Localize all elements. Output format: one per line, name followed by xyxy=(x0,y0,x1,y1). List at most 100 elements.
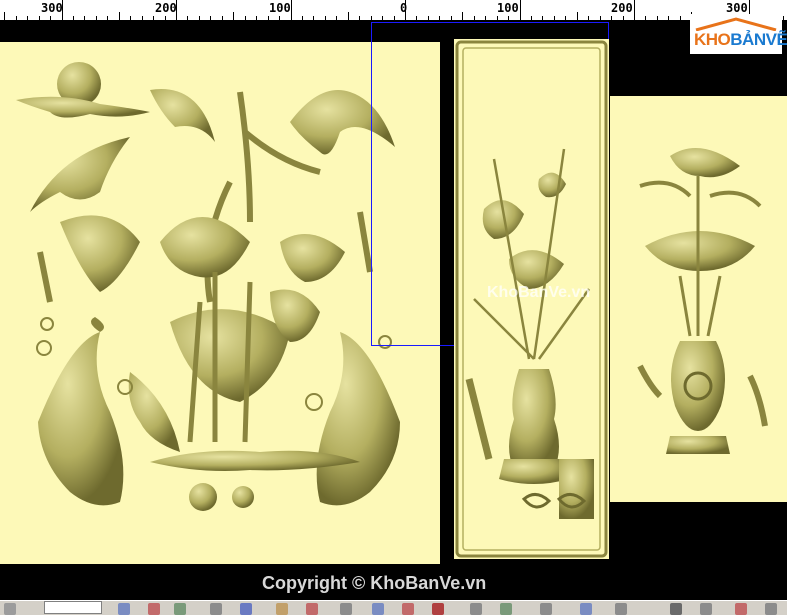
ruler-label: 300 xyxy=(726,1,748,15)
ruler-tick xyxy=(245,16,246,20)
tool-icon[interactable] xyxy=(615,603,627,615)
ruler-tick xyxy=(96,16,97,20)
ruler-tick xyxy=(565,16,566,20)
copyright-text: Copyright © KhoBanVe.vn xyxy=(262,573,487,593)
ruler-tick xyxy=(405,0,406,20)
tool-icon[interactable] xyxy=(276,603,288,615)
ruler-tick xyxy=(508,16,509,20)
ruler-tick xyxy=(474,16,475,20)
ruler-tick xyxy=(531,16,532,20)
ruler-tick xyxy=(279,16,280,20)
ruler-tick xyxy=(668,16,669,20)
tool-icon[interactable] xyxy=(470,603,482,615)
horizontal-ruler[interactable]: 300 200 100 0 100 200 300 xyxy=(0,0,787,21)
ruler-label: 0 xyxy=(400,1,408,15)
ruler-tick xyxy=(233,12,234,20)
ruler-tick xyxy=(39,16,40,20)
ruler-tick xyxy=(623,16,624,20)
ruler-tick xyxy=(176,0,177,20)
ruler-tick xyxy=(382,16,383,20)
ruler-tick xyxy=(348,12,349,20)
ruler-tick xyxy=(302,16,303,20)
ruler-tick xyxy=(16,16,17,20)
ruler-tick xyxy=(680,16,681,20)
ruler-tick xyxy=(371,16,372,20)
ruler-tick xyxy=(165,16,166,20)
vase-lotus-relief-image-2 xyxy=(637,148,768,454)
ruler-tick xyxy=(4,12,5,20)
ruler-tick xyxy=(611,16,612,20)
ruler-tick xyxy=(27,16,28,20)
ruler-tick xyxy=(336,16,337,20)
tool-icon[interactable] xyxy=(372,603,384,615)
ruler-tick xyxy=(542,16,543,20)
ruler-tick xyxy=(222,16,223,20)
tool-icon[interactable] xyxy=(765,603,777,615)
ruler-tick xyxy=(428,16,429,20)
tool-icon[interactable] xyxy=(210,603,222,615)
tool-icon[interactable] xyxy=(540,603,552,615)
tool-icon[interactable] xyxy=(700,603,712,615)
ruler-tick xyxy=(268,16,269,20)
ruler-label: 200 xyxy=(611,1,633,15)
ruler-tick xyxy=(416,16,417,20)
ruler-tick xyxy=(783,16,784,20)
tool-icon[interactable] xyxy=(306,603,318,615)
ruler-tick xyxy=(130,16,131,20)
ruler-label: 300 xyxy=(41,1,63,15)
tool-icon[interactable] xyxy=(500,603,512,615)
ruler-tick xyxy=(485,16,486,20)
ruler-tick xyxy=(359,16,360,20)
logo-kho: KHO xyxy=(694,30,731,49)
khobanve-logo: KHOBẢNVẼ xyxy=(690,14,787,54)
ruler-tick xyxy=(588,16,589,20)
ruler-tick xyxy=(462,12,463,20)
ruler-tick xyxy=(313,16,314,20)
ruler-tick xyxy=(577,12,578,20)
ruler-tick xyxy=(73,16,74,20)
ruler-tick xyxy=(210,16,211,20)
bottom-toolbar xyxy=(0,600,787,615)
tool-icon[interactable] xyxy=(148,603,160,615)
ruler-tick xyxy=(256,16,257,20)
ruler-label: 100 xyxy=(497,1,519,15)
ruler-tick xyxy=(634,0,635,20)
ruler-tick xyxy=(520,0,521,20)
tool-icon[interactable] xyxy=(735,603,747,615)
ruler-tick xyxy=(600,16,601,20)
ruler-tick xyxy=(153,16,154,20)
watermark: KhoBanVe.vn xyxy=(487,284,591,301)
tool-icon[interactable] xyxy=(174,603,186,615)
ruler-tick xyxy=(119,12,120,20)
ruler-tick xyxy=(199,16,200,20)
ruler-tick xyxy=(187,16,188,20)
tool-icon[interactable] xyxy=(670,603,682,615)
ruler-label: 100 xyxy=(269,1,291,15)
ruler-tick xyxy=(497,16,498,20)
select-arrow-icon[interactable] xyxy=(4,603,16,615)
house-roof-icon xyxy=(695,17,777,31)
ruler-tick xyxy=(84,16,85,20)
toolbar-group[interactable] xyxy=(44,601,102,614)
tool-icon[interactable] xyxy=(340,603,352,615)
ruler-tick xyxy=(439,16,440,20)
ruler-tick xyxy=(291,0,292,20)
ruler-tick xyxy=(62,0,63,20)
ruler-tick xyxy=(142,16,143,20)
ruler-tick xyxy=(645,16,646,20)
ruler-tick xyxy=(554,16,555,20)
tool-icon[interactable] xyxy=(580,603,592,615)
ruler-tick xyxy=(451,16,452,20)
ruler-tick xyxy=(394,16,395,20)
tool-icon[interactable] xyxy=(402,603,414,615)
ruler-tick xyxy=(657,16,658,20)
vase-lotus-relief-panel-2[interactable] xyxy=(610,96,787,502)
logo-banve: BẢNVẼ xyxy=(730,30,787,49)
tool-icon[interactable] xyxy=(118,603,130,615)
tool-icon[interactable] xyxy=(432,603,444,615)
tool-icon[interactable] xyxy=(240,603,252,615)
ruler-label: 200 xyxy=(155,1,177,15)
ruler-tick xyxy=(50,16,51,20)
ruler-tick xyxy=(107,16,108,20)
ruler-tick xyxy=(325,16,326,20)
